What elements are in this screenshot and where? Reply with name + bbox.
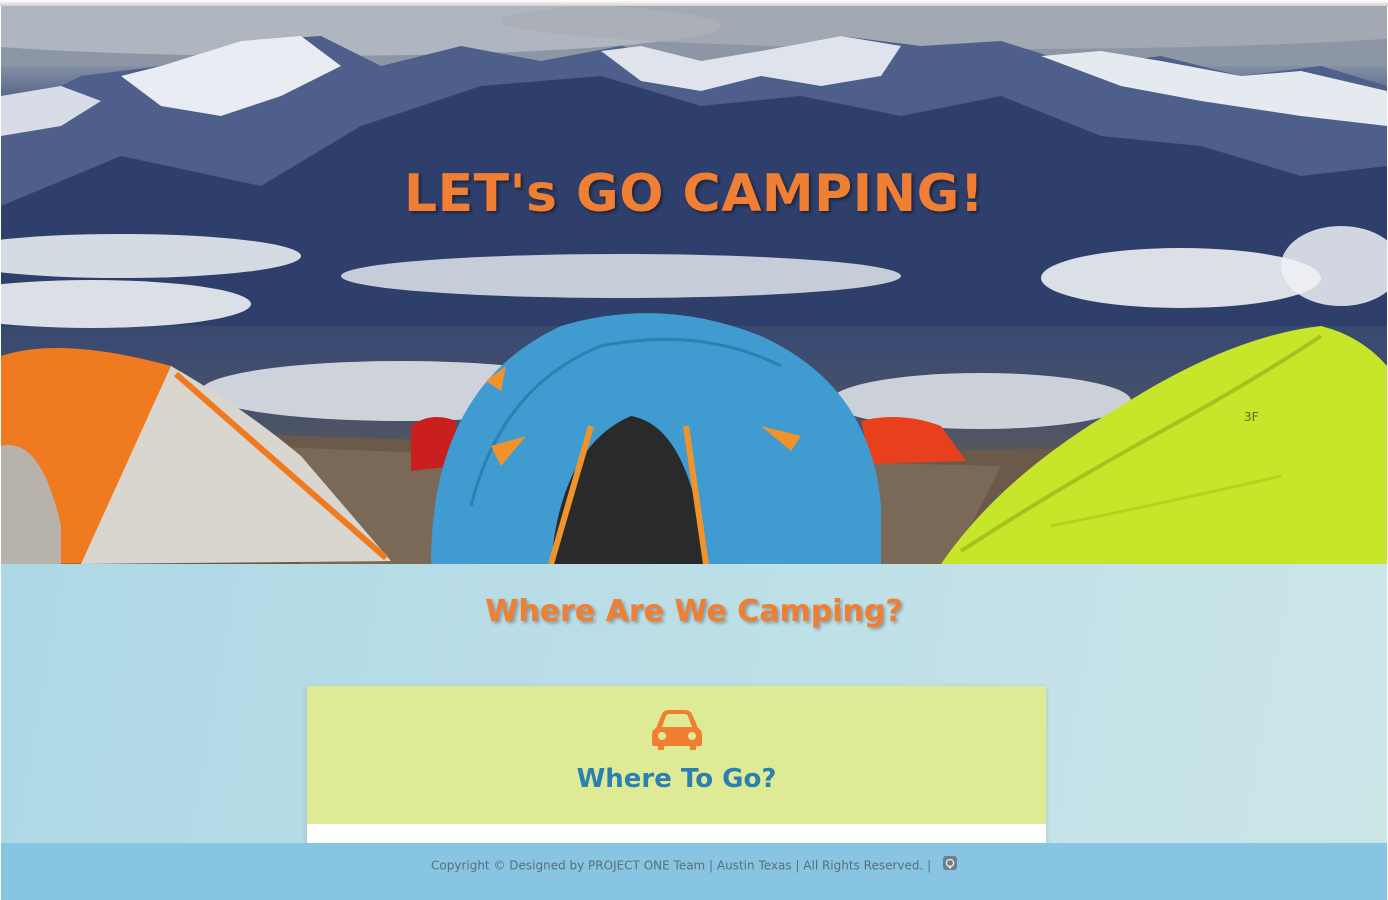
footer: Copyright © Designed by PROJECT ONE Team…: [1, 843, 1387, 900]
svg-text:3F: 3F: [1244, 410, 1259, 424]
main-section: Where Are We Camping? Where To Go?: [1, 564, 1387, 846]
hero-title: LET's GO CAMPING!: [403, 164, 985, 224]
hero-background-image: 3F: [1, 6, 1387, 564]
github-icon[interactable]: [943, 855, 957, 870]
destination-card[interactable]: Where To Go?: [307, 686, 1046, 846]
section-title: Where Are We Camping?: [485, 594, 903, 629]
hero-banner: 3F LET's GO CAMPING!: [1, 6, 1387, 564]
card-header: Where To Go?: [307, 686, 1046, 824]
copyright-text: Copyright © Designed by PROJECT ONE Team…: [431, 858, 932, 873]
card-title: Where To Go?: [576, 764, 777, 788]
footer-text: Copyright © Designed by PROJECT ONE Team…: [1, 855, 1387, 873]
car-icon: [652, 710, 702, 750]
